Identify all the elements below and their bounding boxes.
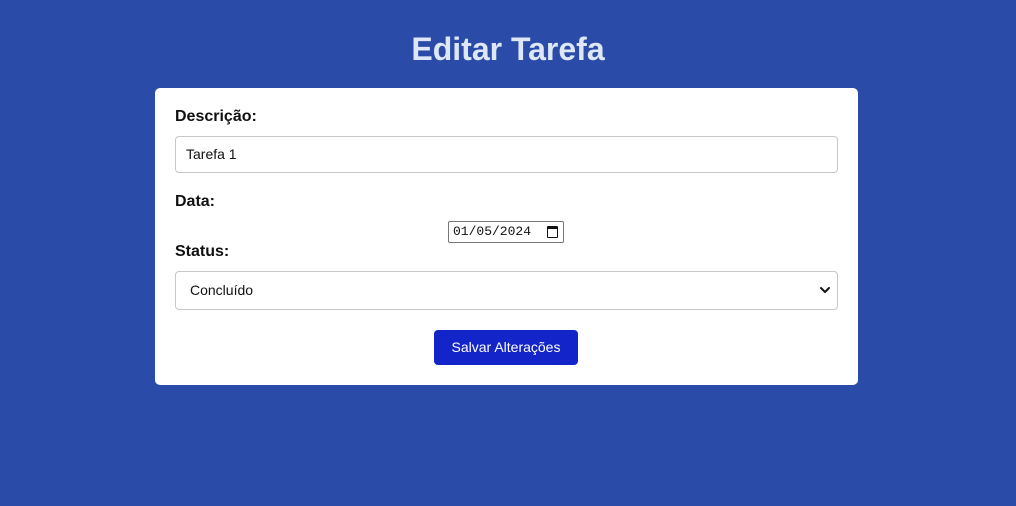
status-label: Status:: [175, 243, 230, 260]
description-value: Tarefa 1: [186, 146, 237, 162]
status-value: Concluído: [190, 282, 254, 298]
description-label: Descrição:: [175, 108, 257, 125]
page-title: Editar Tarefa: [411, 31, 605, 67]
status-select[interactable]: Concluído: [175, 271, 838, 310]
calendar-icon[interactable]: [547, 226, 558, 238]
edit-task-form: Descrição: Tarefa 1 Data: 01/05/2024 Sta…: [155, 88, 858, 385]
save-changes-button[interactable]: Salvar Alterações: [434, 330, 578, 365]
date-input[interactable]: 01/05/2024: [448, 221, 564, 243]
date-value: 01/05/2024: [453, 224, 532, 239]
description-input[interactable]: Tarefa 1: [175, 136, 838, 173]
chevron-down-icon: [820, 287, 830, 293]
date-label: Data:: [175, 193, 216, 210]
